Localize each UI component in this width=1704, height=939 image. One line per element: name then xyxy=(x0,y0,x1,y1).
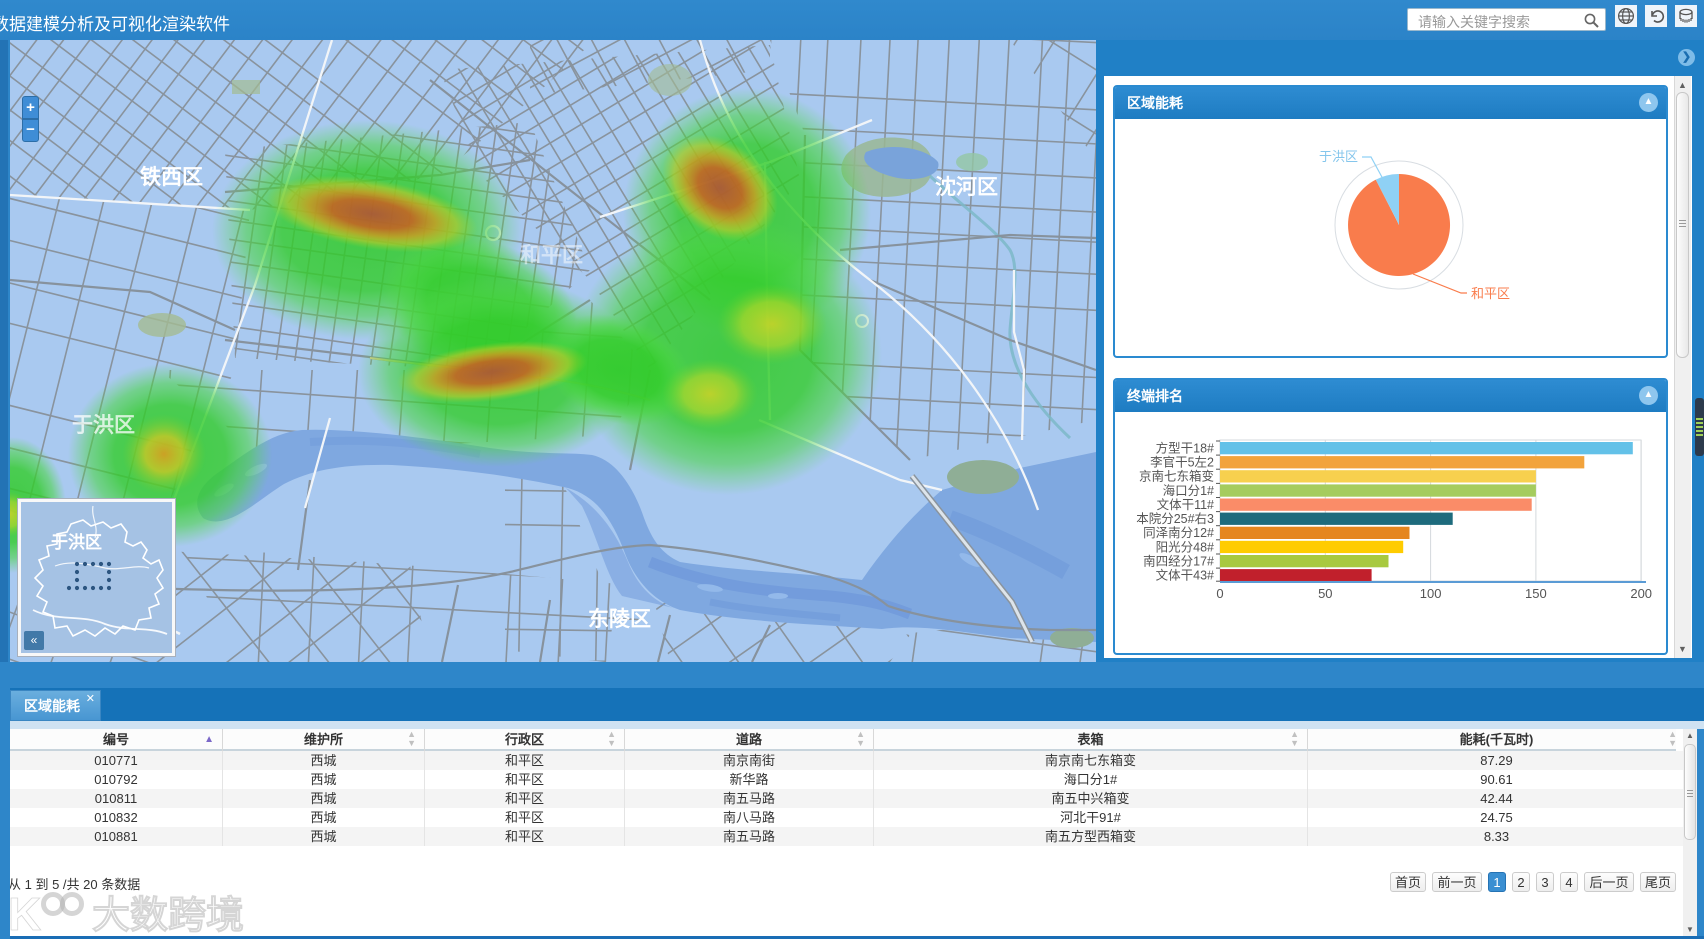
svg-text:150: 150 xyxy=(1525,586,1547,601)
svg-text:南四经分17#: 南四经分17# xyxy=(1143,554,1214,569)
svg-text:沈河区: 沈河区 xyxy=(935,175,998,199)
svg-text:和平区: 和平区 xyxy=(1471,286,1510,301)
svg-text:李官干5左2: 李官干5左2 xyxy=(1150,455,1214,470)
svg-text:方型干18#: 方型干18# xyxy=(1156,441,1214,456)
svg-text:和平区: 和平区 xyxy=(520,244,583,267)
svg-text:海口分1#: 海口分1# xyxy=(1163,483,1214,498)
svg-text:大数跨境: 大数跨境 xyxy=(92,895,244,937)
svg-text:东陵区: 东陵区 xyxy=(588,607,651,631)
svg-text:同泽南分12#: 同泽南分12# xyxy=(1143,525,1214,540)
svg-text:于洪区: 于洪区 xyxy=(51,532,102,552)
svg-text:0: 0 xyxy=(1216,586,1223,601)
svg-text:文体干43#: 文体干43# xyxy=(1156,568,1214,583)
svg-text:阳光分48#: 阳光分48# xyxy=(1156,540,1214,554)
svg-text:200: 200 xyxy=(1630,586,1652,601)
svg-text:本院分25#右3: 本院分25#右3 xyxy=(1136,511,1214,526)
svg-text:京南七东箱变: 京南七东箱变 xyxy=(1139,469,1214,484)
svg-text:于洪区: 于洪区 xyxy=(72,414,135,437)
svg-text:100: 100 xyxy=(1420,586,1442,601)
svg-text:文体干11#: 文体干11# xyxy=(1157,497,1214,512)
svg-text:于洪区: 于洪区 xyxy=(1319,149,1358,164)
svg-text:50: 50 xyxy=(1318,586,1332,601)
svg-text:K: K xyxy=(8,888,41,938)
svg-text:铁西区: 铁西区 xyxy=(140,165,203,189)
